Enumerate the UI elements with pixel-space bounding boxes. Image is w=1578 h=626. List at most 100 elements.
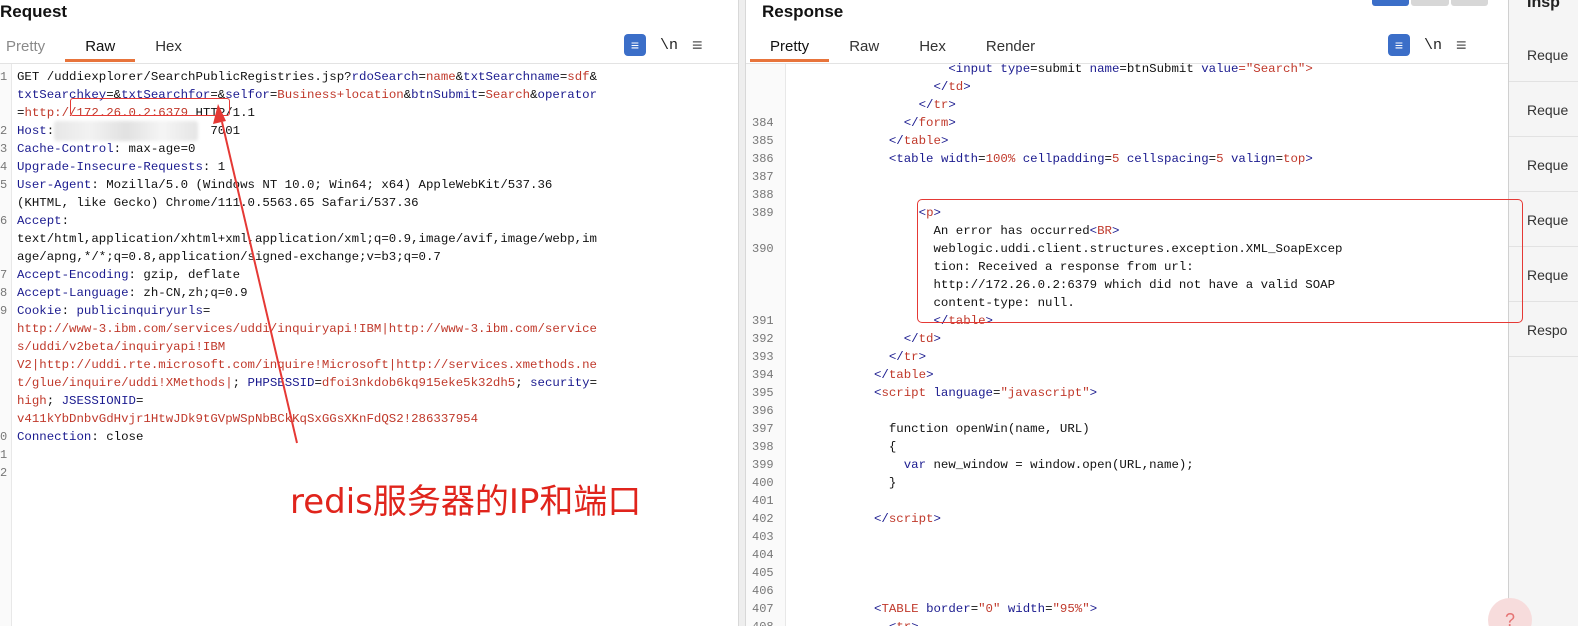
layout-vertical-icon[interactable] [1450,0,1488,6]
word-wrap-icon[interactable]: ≡ [624,34,646,56]
line-number: 5 [0,178,8,192]
line-number: 388 [752,188,774,202]
code-line: v411kYbDnbvGdHvjr1HtwJDk9tGVpWSpNbBCkKqS… [17,410,478,428]
code-token: width [1007,602,1046,616]
panel-splitter[interactable] [738,0,746,626]
code-token: > [926,368,934,382]
code-token: txtSearchname [463,70,560,84]
line-number: 397 [752,422,774,436]
tab-raw[interactable]: Raw [829,36,899,62]
line-number: 407 [752,602,774,616]
newline-toggle-button[interactable]: \n [1424,37,1442,54]
line-number: 0 [0,430,8,444]
code-token: high [17,394,47,408]
code-token: valign [1230,152,1276,166]
redacted-host [54,121,198,141]
code-token: = [978,152,986,166]
code-token: table [888,368,927,382]
code-token: = [418,70,426,84]
code-token: "95%" [1052,602,1090,616]
code-token: tr [903,350,919,364]
code-token: > [911,620,918,626]
line-number: 386 [752,152,774,166]
code-token: submit [1037,62,1090,76]
line-number: 393 [752,350,774,364]
tab-raw[interactable]: Raw [65,36,136,62]
code-line: </td> [874,78,970,96]
request-editor[interactable]: 1 2 3 4 5 6 7 8 9 0 1 2 GET /uddiexplorer/SearchPub… [0,64,738,626]
code-token: > [940,134,949,148]
code-line: Cache-Control: max-age=0 [17,140,195,158]
code-token: > [948,116,956,130]
code-token: = [314,376,322,390]
code-token: table [903,134,941,148]
code-token: Search [485,88,531,102]
code-token: = [1030,62,1038,76]
code-token: JSESSIONID [61,394,136,408]
menu-icon[interactable]: ≡ [692,35,703,56]
code-token: text/html,application/xhtml+xml,applicat… [17,232,597,246]
request-toolbar: ≡ \n ≡ [624,34,703,56]
tab-render[interactable]: Render [966,36,1055,62]
tab-hex[interactable]: Hex [135,36,202,62]
word-wrap-icon[interactable]: ≡ [1388,34,1410,56]
code-token: : close [91,430,144,444]
line-number: 406 [752,584,774,598]
code-token: > [918,350,927,364]
line-number: 390 [752,242,774,256]
code-token: </ [874,332,919,346]
inspector-item[interactable]: Reque [1509,137,1578,192]
inspector-item[interactable]: Reque [1509,82,1578,137]
code-token: width [940,152,979,166]
code-token: : [61,304,77,318]
code-line: } [874,474,896,492]
code-token: type [1000,62,1031,76]
code-token: { [874,440,897,454]
tab-hex[interactable]: Hex [899,36,966,62]
line-number: 1 [0,70,8,84]
code-token: form [918,116,949,130]
code-token: btnSubmit [411,88,479,102]
code-line: </table> [874,132,949,150]
line-number: 404 [752,548,774,562]
code-token: </ [874,512,889,526]
code-line: GET /uddiexplorer/SearchPublicRegistries… [17,68,597,86]
code-token: s/uddi/v2beta/inquiryapi!IBM [17,340,226,354]
code-token: & [530,88,538,102]
highlight-box-request-url [70,98,230,116]
tab-pretty[interactable]: Pretty [0,36,65,62]
inspector-item[interactable]: Reque [1509,27,1578,82]
line-number: 1 [0,448,8,462]
layout-split-icon[interactable] [1372,0,1410,6]
code-line: Upgrade-Insecure-Requests: 1 [17,158,225,176]
code-token: : max-age=0 [113,142,196,156]
response-editor[interactable]: 384 385 386 387 388 389 390 391 392 393 394 395 396 3… [746,62,1508,626]
layout-horizontal-icon[interactable] [1411,0,1449,6]
code-line: var new_window = window.open(URL,name); [874,456,1194,474]
menu-icon[interactable]: ≡ [1456,35,1467,56]
code-token: http://www-3.ibm.com/services/uddi/inqui… [17,322,597,336]
code-token: function openWin(name, URL) [874,422,1090,436]
code-token: </ [874,98,934,112]
layout-toggle[interactable] [1372,0,1488,6]
code-token: Accept-Language [17,286,129,300]
code-token: V2|http://uddi.rte.microsoft.com/inquire… [17,358,597,372]
line-number: 7 [0,268,8,282]
code-token: </ [874,134,904,148]
code-token: t/glue/inquire/uddi!XMethods| [17,376,233,390]
line-number: 408 [746,618,785,626]
code-token: > [933,512,941,526]
code-token: = [589,376,598,390]
code-token: Cache-Control [17,142,114,156]
line-number: 384 [752,116,774,130]
code-token: </ [874,368,889,382]
code-line: </tr> [874,348,926,366]
code-token: v411kYbDnbvGdHvjr1HtwJDk9tGVpWSpNbBCkKqS… [17,412,479,426]
line-number: 9 [0,304,8,318]
code-token: name [425,70,456,84]
request-line-numbers: 1 2 3 4 5 6 7 8 9 0 1 2 [0,64,12,626]
tab-pretty[interactable]: Pretty [750,36,830,62]
request-panel: Request Pretty Raw Hex ≡ \n ≡ 1 2 3 4 5 6 7 8 9 0 1 2… [0,0,738,626]
newline-toggle-button[interactable]: \n [660,37,678,54]
code-token: ; [232,376,248,390]
